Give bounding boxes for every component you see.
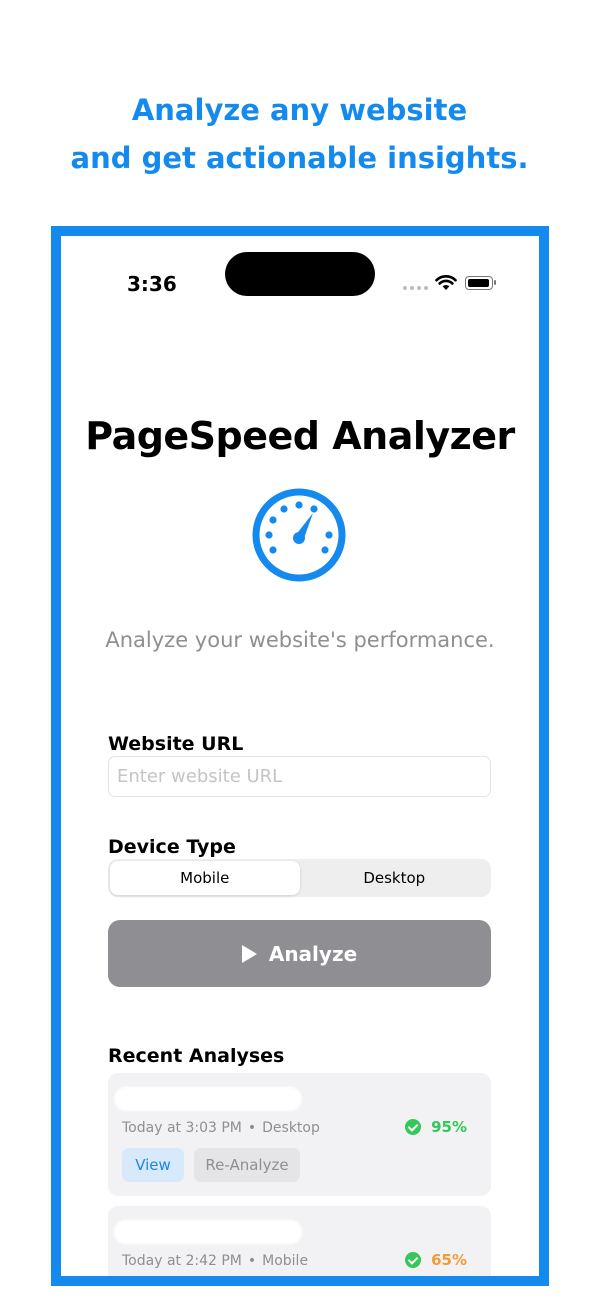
dynamic-island bbox=[225, 252, 375, 296]
redacted-url bbox=[114, 1087, 302, 1111]
speedometer-icon bbox=[252, 488, 346, 582]
phone-frame: 3:36 PageSpeed Analyzer Analyze your web… bbox=[51, 226, 549, 1286]
checkmark-circle-icon bbox=[405, 1119, 422, 1135]
recent-analyses-title: Recent Analyses bbox=[108, 1045, 285, 1067]
analysis-device: Mobile bbox=[262, 1253, 309, 1269]
analysis-time: Today at 2:42 PM bbox=[122, 1253, 242, 1269]
recent-analysis-card: Today at 3:03 PM • Desktop 95% View Re-A… bbox=[108, 1073, 491, 1196]
device-type-label: Device Type bbox=[108, 836, 236, 858]
meta-separator: • bbox=[247, 1253, 257, 1269]
segment-desktop[interactable]: Desktop bbox=[300, 861, 490, 895]
recent-analysis-card: Today at 2:42 PM • Mobile 65% bbox=[108, 1206, 491, 1276]
play-icon bbox=[241, 944, 257, 963]
analysis-device: Desktop bbox=[262, 1120, 320, 1136]
view-button[interactable]: View bbox=[122, 1148, 184, 1182]
app-title: PageSpeed Analyzer bbox=[85, 414, 515, 458]
app-screen: 3:36 PageSpeed Analyzer Analyze your web… bbox=[61, 236, 539, 1276]
analysis-meta: Today at 3:03 PM • Desktop bbox=[122, 1120, 320, 1136]
analysis-score: 65% bbox=[405, 1251, 467, 1269]
analyze-button-label: Analyze bbox=[268, 941, 358, 966]
segment-mobile[interactable]: Mobile bbox=[110, 861, 300, 895]
checkmark-circle-icon bbox=[405, 1252, 422, 1268]
analysis-score: 95% bbox=[405, 1118, 467, 1136]
headline-line-2: and get actionable insights. bbox=[70, 141, 529, 175]
analysis-time: Today at 3:03 PM bbox=[122, 1120, 242, 1136]
app-subtitle: Analyze your website's performance. bbox=[105, 628, 495, 652]
url-label: Website URL bbox=[108, 733, 244, 755]
redacted-url bbox=[114, 1220, 302, 1244]
analyze-button[interactable]: Analyze bbox=[108, 920, 491, 987]
device-type-segmented-control: Mobile Desktop bbox=[108, 859, 491, 897]
battery-icon bbox=[465, 276, 496, 290]
status-time: 3:36 bbox=[127, 272, 177, 296]
cellular-signal-icon bbox=[403, 286, 428, 290]
re-analyze-button[interactable]: Re-Analyze bbox=[194, 1148, 300, 1182]
score-value: 95% bbox=[431, 1118, 467, 1136]
analysis-meta: Today at 2:42 PM • Mobile bbox=[122, 1253, 308, 1269]
headline-line-1: Analyze any website bbox=[131, 93, 468, 127]
wifi-icon bbox=[435, 275, 457, 290]
url-input[interactable] bbox=[108, 756, 491, 797]
meta-separator: • bbox=[247, 1120, 257, 1136]
marketing-headline: Analyze any website and get actionable i… bbox=[0, 86, 599, 182]
score-value: 65% bbox=[431, 1251, 467, 1269]
